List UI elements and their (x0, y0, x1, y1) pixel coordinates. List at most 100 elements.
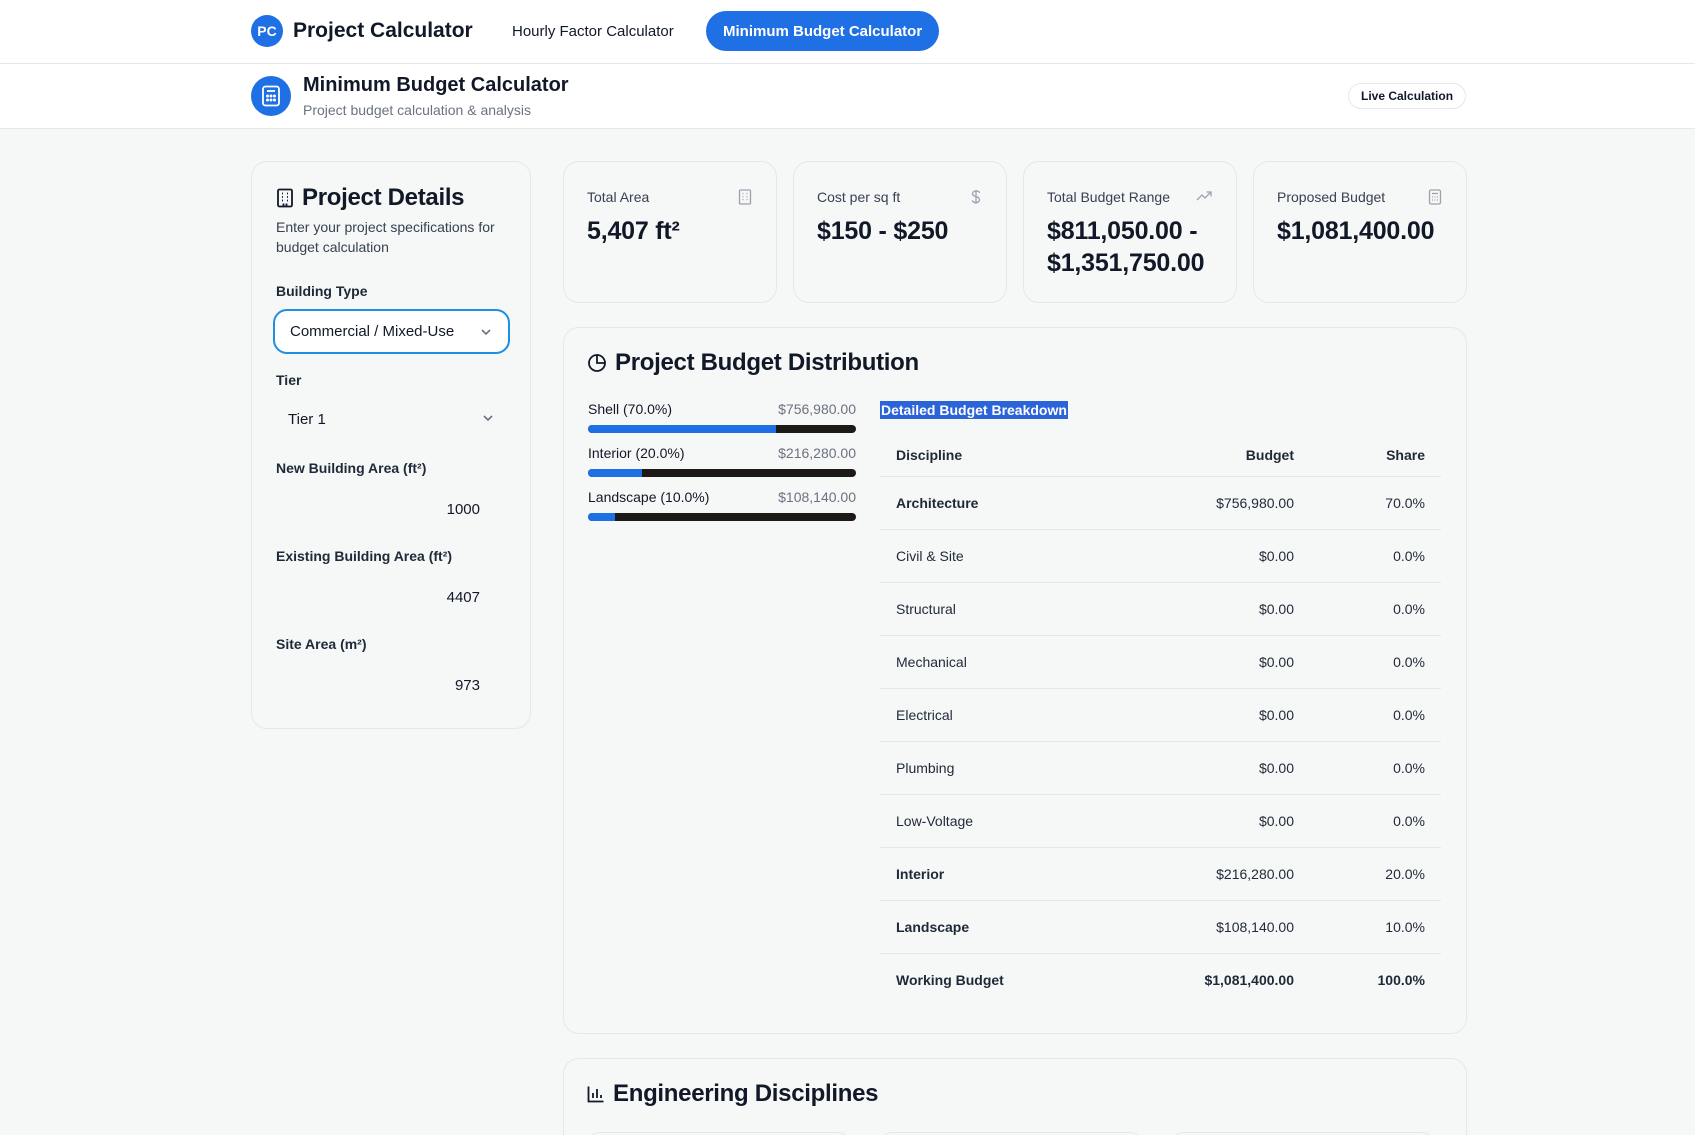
table-row-total: Working Budget $1,081,400.00 100.0% (880, 953, 1441, 1006)
building-type-value: Commercial / Mixed-Use (290, 323, 455, 340)
table-row: Plumbing $0.00 0.0% (880, 741, 1441, 795)
stat-value: $811,050.00 - $1,351,750.00 (1047, 217, 1205, 277)
bar-track (588, 469, 856, 477)
column-header-discipline: Discipline (880, 434, 1100, 477)
calculator-icon (1428, 189, 1442, 210)
column-header-budget: Budget (1100, 434, 1294, 477)
stat-card-total-area: Total Area 5,407 ft² (563, 161, 777, 303)
brand-title: Project Calculator (293, 19, 473, 42)
share-cell: 0.0% (1294, 794, 1441, 848)
table-row: Mechanical $0.00 0.0% (880, 635, 1441, 689)
bar-label: Landscape (10.0%) (588, 489, 710, 505)
brand[interactable]: PC Project Calculator (251, 15, 473, 47)
building-type-label: Building Type (276, 283, 368, 299)
page-subtitle: Project budget calculation & analysis (303, 102, 532, 118)
stat-value: $1,081,400.00 (1277, 217, 1435, 245)
table-row: Civil & Site $0.00 0.0% (880, 529, 1441, 583)
new-building-area-input[interactable]: 1000 (273, 489, 510, 529)
stat-value: $150 - $250 (817, 217, 949, 245)
live-calculation-badge: Live Calculation (1348, 83, 1467, 109)
bar-value: $216,280.00 (778, 445, 856, 461)
stat-label: Cost per sq ft (817, 189, 901, 205)
chevron-down-icon (482, 411, 494, 428)
budget-distribution-title: Project Budget Distribution (615, 349, 919, 376)
table-row: Architecture $756,980.00 70.0% (880, 476, 1441, 530)
budget-cell: $756,980.00 (1100, 476, 1294, 530)
budget-cell: $0.00 (1100, 582, 1294, 636)
stat-value: 5,407 ft² (587, 217, 680, 245)
stat-card-cost-per-sq-ft: Cost per sq ft $150 - $250 (793, 161, 1007, 303)
table-header-row: Discipline Budget Share (880, 434, 1441, 477)
budget-cell: $0.00 (1100, 688, 1294, 742)
share-cell: 0.0% (1294, 635, 1441, 689)
engineering-disciplines-heading: Engineering Disciplines (587, 1080, 878, 1108)
tier-select[interactable]: Tier 1 (273, 397, 510, 442)
building-type-select[interactable]: Commercial / Mixed-Use (273, 309, 510, 354)
chevron-down-icon (480, 325, 492, 342)
discipline-cell: Landscape (880, 900, 1100, 954)
discipline-cell: Structural (880, 582, 1100, 636)
budget-distribution-card: Project Budget Distribution Shell (70.0%… (563, 327, 1467, 1034)
bar-value: $756,980.00 (778, 401, 856, 417)
bar-fill (588, 425, 776, 433)
bar-track (588, 513, 856, 521)
share-cell: 0.0% (1294, 529, 1441, 583)
stat-label: Total Area (587, 189, 650, 205)
budget-cell: $0.00 (1100, 635, 1294, 689)
existing-building-area-input[interactable]: 4407 (273, 577, 510, 617)
share-cell: 0.0% (1294, 688, 1441, 742)
bar-chart-icon (587, 1085, 605, 1103)
budget-cell: $0.00 (1100, 529, 1294, 583)
existing-building-area-label: Existing Building Area (ft²) (276, 548, 453, 564)
share-cell: 0.0% (1294, 582, 1441, 636)
calculator-icon (251, 76, 291, 116)
share-cell: 10.0% (1294, 900, 1441, 954)
budget-cell: $1,081,400.00 (1204, 971, 1294, 988)
budget-cell: $216,280.00 (1100, 847, 1294, 901)
table-row: Landscape $108,140.00 10.0% (880, 900, 1441, 954)
bar-fill (588, 469, 642, 477)
tier-value: Tier 1 (288, 411, 326, 428)
discipline-cell: Civil & Site (880, 529, 1100, 583)
budget-cell: $0.00 (1100, 741, 1294, 795)
building-icon (738, 189, 752, 210)
bar-label: Interior (20.0%) (588, 445, 685, 461)
tier-label: Tier (276, 372, 302, 388)
project-details-title: Project Details (302, 184, 465, 211)
stat-card-total-budget-range: Total Budget Range $811,050.00 - $1,351,… (1023, 161, 1237, 303)
dollar-icon (970, 189, 982, 210)
share-cell: 100.0% (1377, 971, 1425, 988)
share-cell: 20.0% (1294, 847, 1441, 901)
page-header: Minimum Budget Calculator Project budget… (0, 64, 1695, 129)
table-row: Interior $216,280.00 20.0% (880, 847, 1441, 901)
discipline-cell: Interior (880, 847, 1100, 901)
bar-value: $108,140.00 (778, 489, 856, 505)
top-navigation: PC Project Calculator Hourly Factor Calc… (0, 0, 1695, 64)
share-cell: 70.0% (1294, 476, 1441, 530)
tab-hourly-factor-calculator[interactable]: Hourly Factor Calculator (495, 11, 691, 51)
project-details-card: Project Details Enter your project speci… (251, 161, 531, 729)
bar-fill (588, 513, 615, 521)
building-icon (276, 188, 294, 208)
budget-breakdown-table: Discipline Budget Share Architecture $75… (880, 434, 1441, 1006)
project-details-description: Enter your project specifications for bu… (276, 219, 495, 255)
trending-up-icon (1196, 189, 1212, 207)
table-row: Electrical $0.00 0.0% (880, 688, 1441, 742)
discipline-cell: Architecture (880, 476, 1100, 530)
page-title: Minimum Budget Calculator (303, 74, 569, 96)
bar-track (588, 425, 856, 433)
engineering-disciplines-title: Engineering Disciplines (613, 1080, 879, 1107)
table-row: Low-Voltage $0.00 0.0% (880, 794, 1441, 848)
stat-label: Total Budget Range (1047, 189, 1170, 205)
discipline-cell: Working Budget (896, 971, 1004, 988)
stat-card-proposed-budget: Proposed Budget $1,081,400.00 (1253, 161, 1467, 303)
stat-label: Proposed Budget (1277, 189, 1386, 205)
brand-logo: PC (251, 15, 283, 47)
budget-cell: $108,140.00 (1100, 900, 1294, 954)
site-area-input[interactable]: 973 (273, 665, 510, 705)
tab-minimum-budget-calculator[interactable]: Minimum Budget Calculator (706, 11, 940, 51)
table-row: Structural $0.00 0.0% (880, 582, 1441, 636)
engineering-disciplines-card: Engineering Disciplines (563, 1058, 1467, 1135)
discipline-cell: Mechanical (880, 635, 1100, 689)
budget-distribution-heading: Project Budget Distribution (587, 349, 919, 377)
